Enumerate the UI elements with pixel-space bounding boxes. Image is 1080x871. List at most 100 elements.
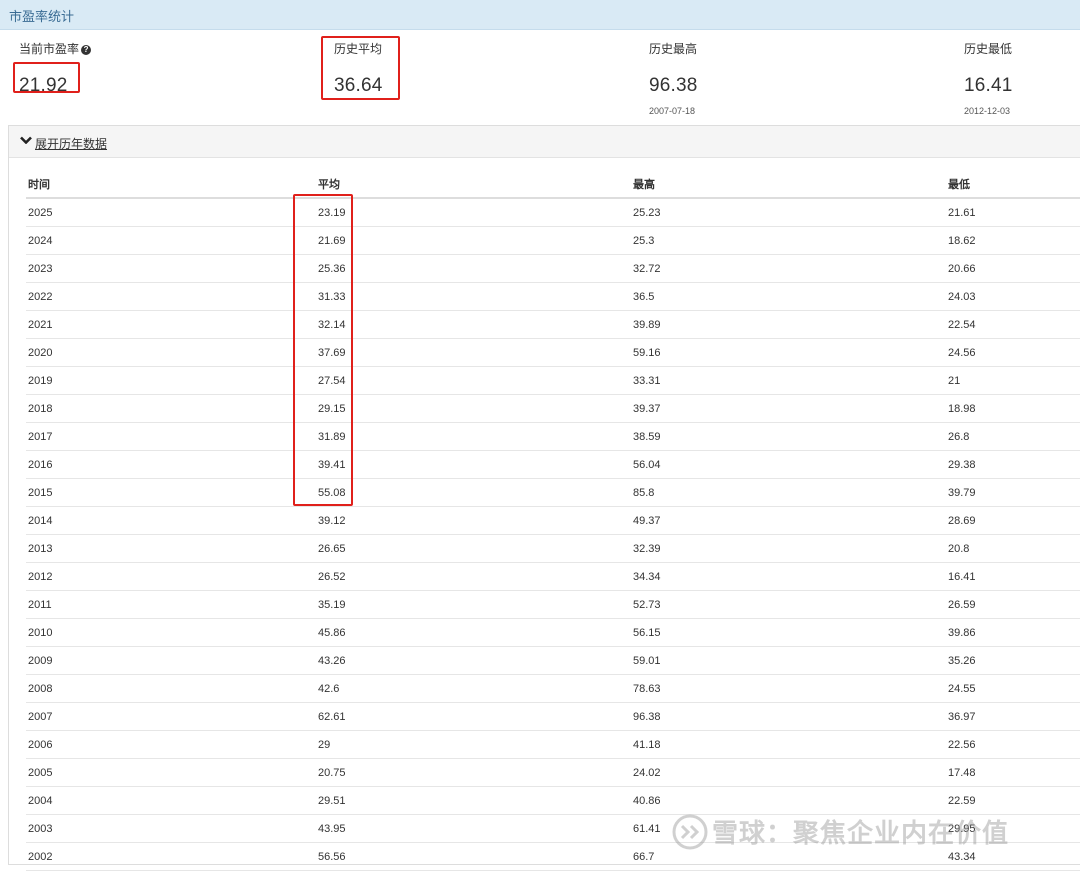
stat-label: 历史平均 <box>334 42 383 56</box>
cell-year: 2012 <box>28 571 53 583</box>
cell-year: 2022 <box>28 291 53 303</box>
cell-low: 24.55 <box>948 683 976 695</box>
stat-label: 历史最低 <box>964 42 1013 56</box>
cell-average: 37.69 <box>318 347 346 359</box>
table-header: 时间 平均 最高 最低 <box>26 169 1080 199</box>
cell-average: 20.75 <box>318 767 346 779</box>
stat-value: 16.41 <box>964 75 1013 96</box>
table-row: 2021 32.14 39.89 22.54 <box>26 311 1080 339</box>
stat-label: 历史最高 <box>649 42 698 56</box>
cell-year: 2025 <box>28 207 53 219</box>
section-title: 市盈率统计 <box>9 9 75 24</box>
stat-history-high: 历史最高 96.38 2007-07-18 <box>649 40 698 116</box>
cell-low: 26.8 <box>948 431 970 443</box>
cell-average: 42.6 <box>318 683 340 695</box>
xueqiu-logo-icon <box>672 814 708 849</box>
cell-high: 40.86 <box>633 795 661 807</box>
stat-value: 96.38 <box>649 75 698 96</box>
column-header-average: 平均 <box>318 179 340 191</box>
cell-year: 2002 <box>28 851 53 863</box>
cell-average: 56.56 <box>318 851 346 863</box>
table-row: 2005 20.75 24.02 17.48 <box>26 759 1080 787</box>
table-row: 2007 62.61 96.38 36.97 <box>26 703 1080 731</box>
cell-year: 2003 <box>28 823 53 835</box>
cell-year: 2004 <box>28 795 53 807</box>
stat-history-average: 历史平均 36.64 <box>334 40 383 97</box>
cell-high: 25.23 <box>633 207 661 219</box>
panel-header: 展开历年数据 <box>9 126 1080 158</box>
cell-average: 31.89 <box>318 431 346 443</box>
table-row: 2016 39.41 56.04 29.38 <box>26 451 1080 479</box>
table-row: 2017 31.89 38.59 26.8 <box>26 423 1080 451</box>
cell-year: 2019 <box>28 375 53 387</box>
expand-history-link[interactable]: 展开历年数据 <box>35 135 107 152</box>
stat-current-pe: 当前市盈率? 21.92 <box>19 40 92 97</box>
cell-average: 32.14 <box>318 319 346 331</box>
table-row: 2006 29 41.18 22.56 <box>26 731 1080 759</box>
watermark-text: 雪球：聚焦企业内在价值 <box>712 818 1010 848</box>
cell-high: 38.59 <box>633 431 661 443</box>
cell-low: 20.66 <box>948 263 976 275</box>
cell-low: 22.54 <box>948 319 976 331</box>
table-row: 2009 43.26 59.01 35.26 <box>26 647 1080 675</box>
table-row: 2010 45.86 56.15 39.86 <box>26 619 1080 647</box>
cell-high: 24.02 <box>633 767 661 779</box>
cell-low: 18.62 <box>948 235 976 247</box>
cell-average: 27.54 <box>318 375 346 387</box>
cell-average: 29.15 <box>318 403 346 415</box>
cell-low: 24.03 <box>948 291 976 303</box>
cell-low: 29.38 <box>948 459 976 471</box>
cell-average: 55.08 <box>318 487 346 499</box>
table-row: 2013 26.65 32.39 20.8 <box>26 535 1080 563</box>
history-panel: 展开历年数据 时间 平均 最高 最低 2025 23.19 25.23 21.61 20… <box>8 125 1080 871</box>
cell-year: 2005 <box>28 767 53 779</box>
cell-high: 56.15 <box>633 627 661 639</box>
cell-year: 2011 <box>28 599 52 611</box>
cell-high: 34.34 <box>633 571 661 583</box>
table-row: 2022 31.33 36.5 24.03 <box>26 283 1080 311</box>
cell-average: 39.41 <box>318 459 346 471</box>
chevron-down-icon[interactable] <box>20 136 32 144</box>
cell-year: 2007 <box>28 711 53 723</box>
table-row: 2025 23.19 25.23 21.61 <box>26 199 1080 227</box>
cell-high: 32.39 <box>633 543 661 555</box>
cell-low: 39.86 <box>948 627 976 639</box>
cell-high: 49.37 <box>633 515 661 527</box>
question-circle-icon[interactable]: ? <box>81 45 92 55</box>
cell-low: 22.59 <box>948 795 976 807</box>
cell-average: 26.52 <box>318 571 346 583</box>
table-row: 2020 37.69 59.16 24.56 <box>26 339 1080 367</box>
stat-value: 21.92 <box>19 75 68 96</box>
cell-high: 56.04 <box>633 459 661 471</box>
cell-average: 43.95 <box>318 823 346 835</box>
column-header-high: 最高 <box>633 179 655 191</box>
cell-low: 24.56 <box>948 347 976 359</box>
cell-year: 2006 <box>28 739 53 751</box>
cell-average: 29 <box>318 739 331 751</box>
table-body: 2025 23.19 25.23 21.61 2024 21.69 25.3 18.62 202… <box>26 199 1080 871</box>
cell-low: 17.48 <box>948 767 976 779</box>
cell-average: 43.26 <box>318 655 346 667</box>
cell-low: 18.98 <box>948 403 976 415</box>
cell-year: 2017 <box>28 431 53 443</box>
table-row: 2019 27.54 33.31 21 <box>26 367 1080 395</box>
cell-year: 2023 <box>28 263 53 275</box>
cell-low: 20.8 <box>948 543 970 555</box>
table-row: 2024 21.69 25.3 18.62 <box>26 227 1080 255</box>
table-row: 2011 35.19 52.73 26.59 <box>26 591 1080 619</box>
cell-low: 16.41 <box>948 571 976 583</box>
cell-high: 61.41 <box>633 823 661 835</box>
cell-high: 25.3 <box>633 235 655 247</box>
cell-high: 59.16 <box>633 347 661 359</box>
table-row: 2012 26.52 34.34 16.41 <box>26 563 1080 591</box>
table-row: 2004 29.51 40.86 22.59 <box>26 787 1080 815</box>
cell-year: 2021 <box>28 319 53 331</box>
cell-high: 78.63 <box>633 683 661 695</box>
cell-year: 2018 <box>28 403 53 415</box>
cell-high: 85.8 <box>633 487 655 499</box>
cell-average: 45.86 <box>318 627 346 639</box>
cell-high: 39.89 <box>633 319 661 331</box>
cell-year: 2014 <box>28 515 53 527</box>
watermark: 雪球：聚焦企业内在价值 <box>672 813 1009 853</box>
stat-value: 36.64 <box>334 75 383 96</box>
